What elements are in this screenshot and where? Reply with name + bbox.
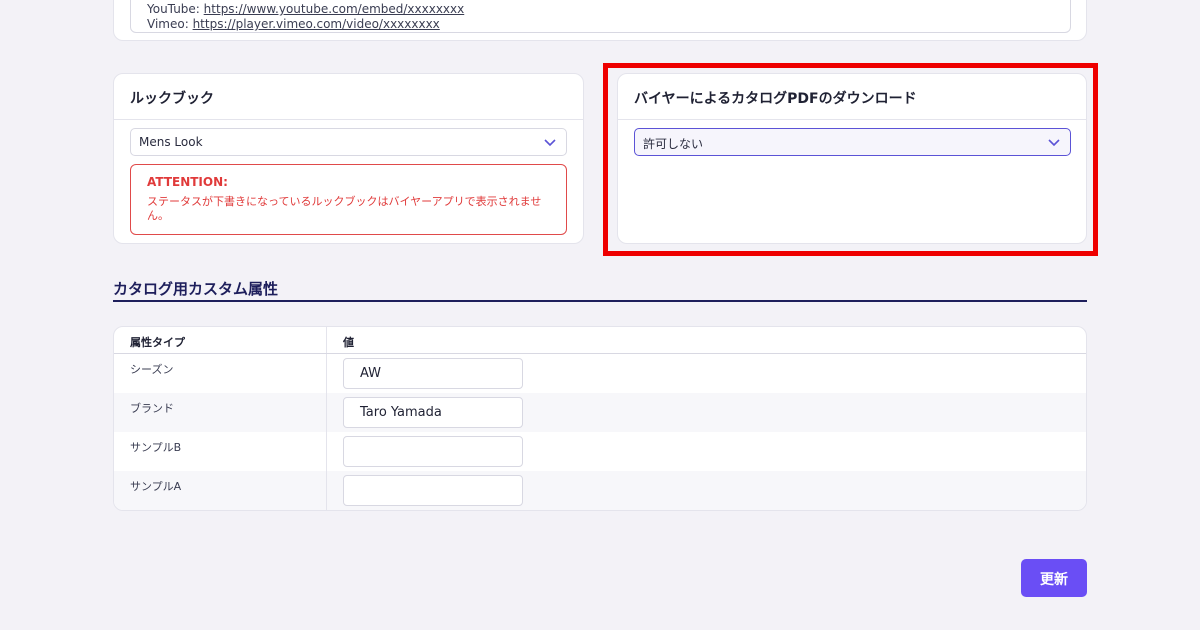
pdf-download-select[interactable]: 許可しない bbox=[634, 128, 1071, 156]
pdf-download-card: バイヤーによるカタログPDFのダウンロード 許可しない bbox=[617, 73, 1087, 244]
youtube-line: YouTube: https://www.youtube.com/embed/x… bbox=[147, 2, 1070, 17]
attribute-value-input[interactable]: Taro Yamada bbox=[343, 397, 523, 428]
pdf-download-selected-value: 許可しない bbox=[643, 137, 704, 151]
pdf-download-title: バイヤーによるカタログPDFのダウンロード bbox=[618, 74, 1086, 120]
lookbook-title: ルックブック bbox=[114, 74, 583, 120]
attention-text: ステータスが下書きになっているルックブックはバイヤーアプリで表示されません。 bbox=[147, 195, 542, 222]
table-row: サンプルA bbox=[114, 471, 1086, 510]
attribute-type: ブランド bbox=[114, 393, 327, 432]
chevron-down-icon bbox=[544, 139, 556, 147]
video-url-card: YouTube: https://www.youtube.com/embed/x… bbox=[113, 0, 1087, 41]
table-row: サンプルB bbox=[114, 432, 1086, 471]
custom-attributes-title: カタログ用カスタム属性 bbox=[113, 278, 1087, 302]
vimeo-line: Vimeo: https://player.vimeo.com/video/xx… bbox=[147, 17, 1070, 32]
video-url-textarea[interactable]: YouTube: https://www.youtube.com/embed/x… bbox=[130, 0, 1071, 33]
lookbook-selected-value: Mens Look bbox=[139, 135, 203, 149]
column-header-value: 値 bbox=[343, 336, 354, 349]
chevron-down-icon bbox=[1048, 139, 1060, 147]
attribute-type: サンプルB bbox=[114, 432, 327, 471]
vimeo-url-link[interactable]: https://player.vimeo.com/video/xxxxxxxx bbox=[193, 17, 440, 31]
youtube-label: YouTube: bbox=[147, 2, 200, 16]
vimeo-label: Vimeo: bbox=[147, 17, 189, 31]
column-header-type: 属性タイプ bbox=[114, 327, 327, 353]
custom-attributes-table: 属性タイプ 値 シーズン AW ブランド Taro Yamada サンプルB サ… bbox=[113, 326, 1087, 511]
table-row: ブランド Taro Yamada bbox=[114, 393, 1086, 432]
table-header: 属性タイプ 値 bbox=[114, 327, 1086, 354]
lookbook-card: ルックブック Mens Look ATTENTION: ステータスが下書きになっ… bbox=[113, 73, 584, 244]
update-button[interactable]: 更新 bbox=[1021, 559, 1087, 597]
youtube-url-link[interactable]: https://www.youtube.com/embed/xxxxxxxx bbox=[204, 2, 465, 16]
attribute-value-input[interactable]: AW bbox=[343, 358, 523, 389]
attribute-type: シーズン bbox=[114, 354, 327, 393]
attribute-value-input[interactable] bbox=[343, 475, 523, 506]
attribute-value-input[interactable] bbox=[343, 436, 523, 467]
attribute-type: サンプルA bbox=[114, 471, 327, 510]
lookbook-select[interactable]: Mens Look bbox=[130, 128, 567, 156]
table-row: シーズン AW bbox=[114, 354, 1086, 393]
attention-box: ATTENTION: ステータスが下書きになっているルックブックはバイヤーアプリ… bbox=[130, 164, 567, 235]
attention-title: ATTENTION: bbox=[147, 175, 228, 189]
